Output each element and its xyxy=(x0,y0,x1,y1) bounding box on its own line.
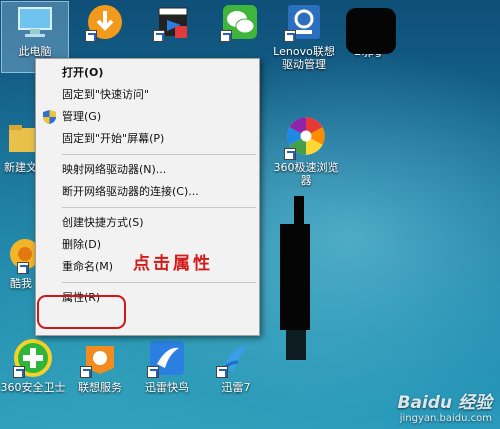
wechat-icon xyxy=(220,2,260,42)
computer-icon xyxy=(15,2,55,42)
menu-item-pin-start[interactable]: 固定到"开始"屏幕(P) xyxy=(36,128,259,150)
desktop-icon-download-app[interactable] xyxy=(72,2,138,45)
desktop-icon-label: 此电脑 xyxy=(18,45,52,58)
shortcut-arrow-icon xyxy=(220,30,232,42)
shortcut-arrow-icon xyxy=(153,30,165,42)
watermark-url: jingyan.baidu.com xyxy=(399,413,492,424)
shortcut-arrow-icon xyxy=(284,30,296,42)
menu-item-label: 管理(G) xyxy=(62,110,102,123)
menu-item-open[interactable]: 打开(O) xyxy=(36,62,259,84)
desktop-icon-xunlei7[interactable]: 迅雷7 xyxy=(203,338,269,394)
redacted-area xyxy=(346,8,396,54)
desktop-icon-label: 360极速浏览 器 xyxy=(273,161,339,187)
menu-item-disconnect-network-drive[interactable]: 断开网络驱动器的连接(C)... xyxy=(36,181,259,203)
desktop-icon-wechat[interactable] xyxy=(207,2,273,45)
baidu-jingyan-watermark: Baidu 经验 jingyan.baidu.com xyxy=(398,388,492,424)
desktop-icon-label: 联想服务 xyxy=(78,381,122,394)
360-security-icon xyxy=(13,338,53,378)
shortcut-arrow-icon xyxy=(17,262,29,274)
desktop-icon-label: 迅雷7 xyxy=(221,381,251,394)
desktop-icon-label: 迅雷快鸟 xyxy=(145,381,189,394)
desktop-icon-lenovo-service[interactable]: 联想服务 xyxy=(67,338,133,394)
desktop-icon-360-security[interactable]: 360安全卫士 xyxy=(0,338,66,394)
menu-item-pin-quick-access[interactable]: 固定到"快速访问" xyxy=(36,84,259,106)
desktop-icon-media-app[interactable] xyxy=(140,2,206,45)
xunlei7-icon xyxy=(216,338,256,378)
menu-separator xyxy=(62,282,256,283)
redacted-area xyxy=(286,330,306,360)
download-app-icon xyxy=(85,2,125,42)
uac-shield-icon xyxy=(43,110,56,124)
360-browser-icon xyxy=(284,114,328,160)
shortcut-arrow-icon xyxy=(85,30,97,42)
menu-separator xyxy=(62,154,256,155)
menu-item-manage[interactable]: 管理(G) xyxy=(36,106,259,128)
lenovo-service-icon xyxy=(80,338,120,378)
shortcut-arrow-icon xyxy=(147,366,159,378)
desktop-icon-label: Lenovo联想 驱动管理 xyxy=(273,45,335,71)
menu-item-create-shortcut[interactable]: 创建快捷方式(S) xyxy=(36,212,259,234)
watermark-main: Baidu 经验 xyxy=(397,393,492,413)
desktop-icon-360-browser[interactable]: 360极速浏览 器 xyxy=(268,114,344,187)
media-app-icon xyxy=(153,2,193,42)
properties-highlight-ring xyxy=(37,295,126,329)
xunlei-kuainiao-icon xyxy=(147,338,187,378)
redacted-area xyxy=(280,224,310,330)
menu-item-map-network-drive[interactable]: 映射网络驱动器(N)... xyxy=(36,159,259,181)
desktop-icon-label: 360安全卫士 xyxy=(0,381,66,394)
lenovo-driver-icon xyxy=(284,2,324,42)
desktop-icon-xunlei-kuainiao[interactable]: 迅雷快鸟 xyxy=(134,338,200,394)
shortcut-arrow-icon xyxy=(284,148,296,160)
menu-separator xyxy=(62,207,256,208)
annotation-text: 点击属性 xyxy=(133,254,213,274)
desktop-icon-lenovo-driver[interactable]: Lenovo联想 驱动管理 xyxy=(268,2,340,71)
shortcut-arrow-icon xyxy=(13,366,25,378)
redacted-area xyxy=(294,196,304,226)
shortcut-arrow-icon xyxy=(216,366,228,378)
shortcut-arrow-icon xyxy=(80,366,92,378)
